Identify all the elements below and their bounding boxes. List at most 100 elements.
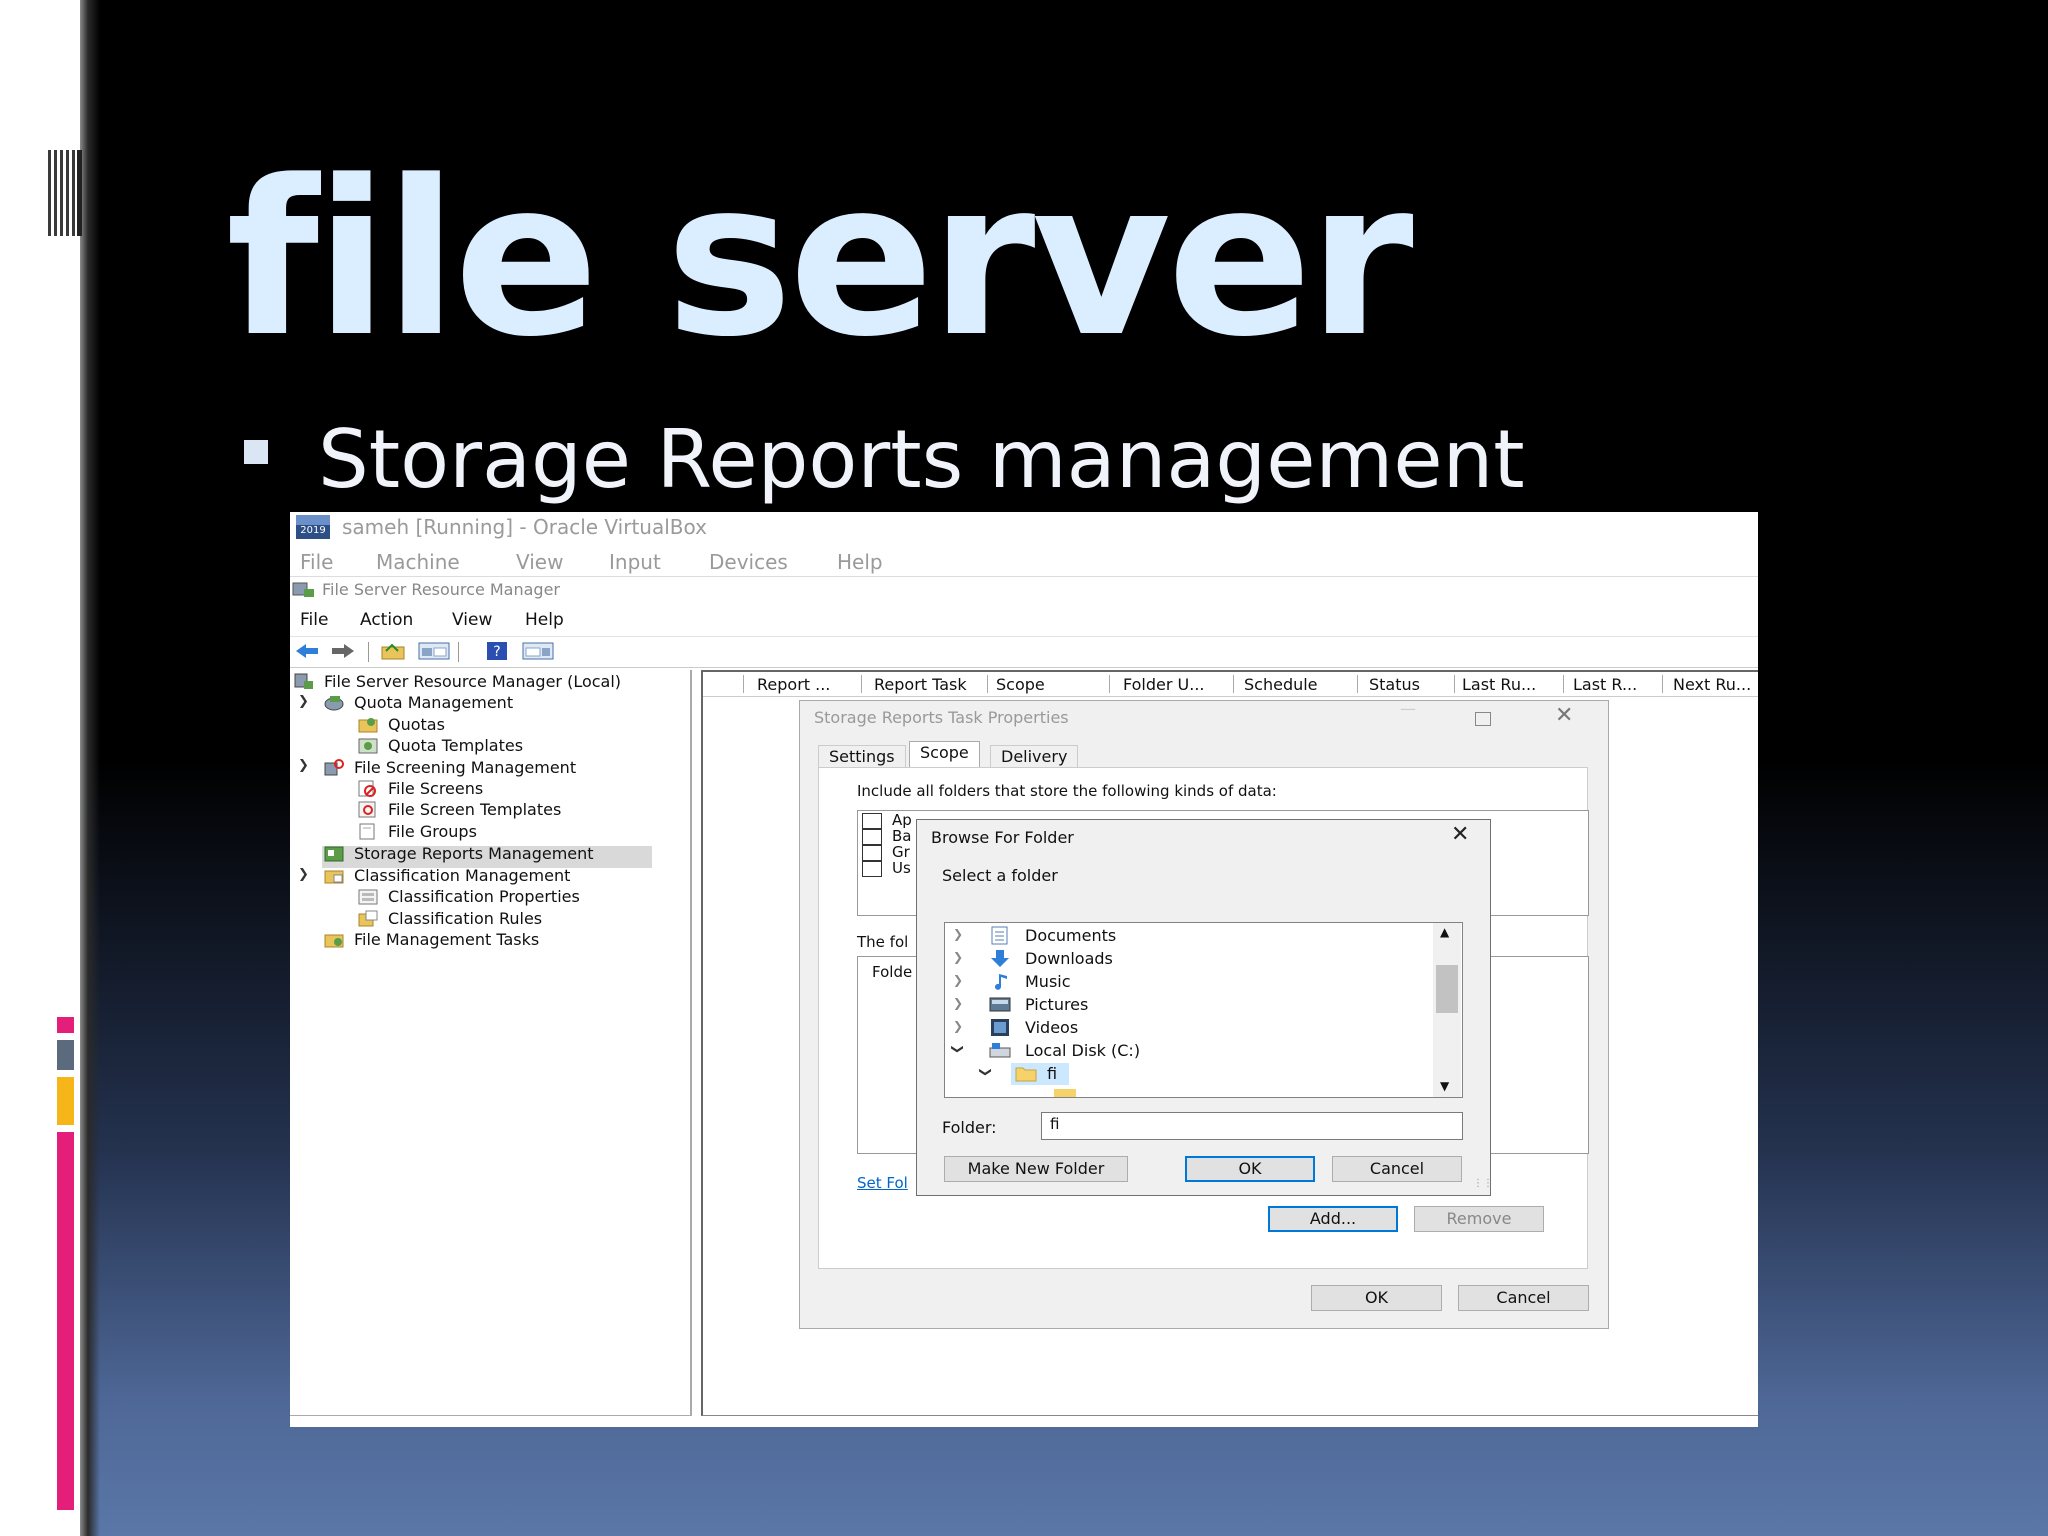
folder-tree-item-pictures[interactable]: ❯ Pictures: [953, 994, 1423, 1016]
slide-left-shadow: [80, 0, 100, 1536]
folder-icon: [1015, 1067, 1037, 1082]
folder-tree-item-local-disk[interactable]: ❯ Local Disk (C:): [951, 1040, 1423, 1062]
folder-column-header: Folde: [872, 963, 913, 981]
svg-text:?: ?: [493, 644, 500, 660]
folders-label: The fol: [857, 933, 909, 951]
browse-ok-button[interactable]: OK: [1185, 1156, 1315, 1182]
tree-expand-chevron-icon[interactable]: ❯: [298, 758, 309, 773]
data-kind-checkbox[interactable]: [862, 861, 882, 877]
quota-templates-icon: [358, 738, 378, 754]
storage-reports-icon: [324, 846, 344, 862]
properties-cancel-button[interactable]: Cancel: [1458, 1285, 1589, 1311]
decorative-barcode-lines: [46, 150, 82, 236]
browse-dialog-title: Browse For Folder: [931, 828, 1074, 847]
folder-tree: ❯ Documents ❯ Downloads ❯ Music ❯ Pictur…: [944, 922, 1463, 1098]
vb-menu-machine[interactable]: Machine: [376, 550, 460, 574]
downloads-icon: [991, 950, 1009, 967]
vb-menu-file[interactable]: File: [300, 550, 333, 574]
column-header-last-result[interactable]: Last R...: [1573, 675, 1637, 694]
tree-expand-chevron-icon[interactable]: ❯: [298, 694, 309, 709]
remove-button[interactable]: Remove: [1414, 1206, 1544, 1232]
set-folder-link[interactable]: Set Fol: [857, 1174, 908, 1192]
bullet-square-icon: [244, 440, 268, 464]
folder-tree-item-music[interactable]: ❯ Music: [953, 971, 1423, 993]
decorative-yellow-block: [57, 1077, 74, 1125]
quota-management-icon: [324, 696, 344, 711]
minimize-icon[interactable]: —: [1400, 699, 1416, 718]
collapse-chevron-icon: ❯: [951, 1043, 966, 1055]
data-kind-checkbox[interactable]: [862, 813, 882, 829]
include-data-label: Include all folders that store the follo…: [857, 782, 1277, 800]
tab-settings[interactable]: Settings: [818, 745, 906, 768]
select-folder-instruction: Select a folder: [942, 866, 1058, 885]
classification-icon: [324, 870, 344, 884]
scroll-up-icon[interactable]: ▲: [1440, 925, 1449, 939]
tree-expand-chevron-icon[interactable]: ❯: [298, 867, 309, 882]
show-hide-console-tree-icon[interactable]: [418, 641, 450, 661]
column-header-scope[interactable]: Scope: [996, 675, 1045, 694]
fsrm-window-title: File Server Resource Manager: [322, 580, 561, 599]
scrollbar-thumb[interactable]: [1436, 965, 1458, 1013]
vb-menu-help[interactable]: Help: [837, 550, 883, 574]
file-screens-icon: [358, 780, 376, 797]
fsrm-menu-help[interactable]: Help: [525, 610, 564, 630]
back-arrow-icon[interactable]: [294, 641, 320, 661]
folder-tree-item-downloads[interactable]: ❯ Downloads: [953, 948, 1423, 970]
column-header-folder-usage[interactable]: Folder U...: [1123, 675, 1205, 694]
fsrm-app-icon: [292, 582, 314, 597]
virtualbox-titlebar: 2019 sameh [Running] - Oracle VirtualBox: [290, 512, 1758, 542]
file-screening-icon: [324, 759, 344, 776]
maximize-icon[interactable]: [1475, 712, 1491, 726]
column-header-schedule[interactable]: Schedule: [1244, 675, 1318, 694]
folder-tree-item-fi[interactable]: ❯ fi: [979, 1063, 1421, 1085]
data-kind-checkbox[interactable]: [862, 845, 882, 861]
folder-tree-item-documents[interactable]: ❯ Documents: [953, 925, 1423, 947]
folder-tree-scrollbar[interactable]: ▲ ▼: [1433, 923, 1461, 1097]
browse-cancel-button[interactable]: Cancel: [1332, 1156, 1462, 1182]
up-folder-icon[interactable]: [380, 641, 406, 661]
help-icon[interactable]: ?: [484, 641, 510, 661]
decorative-pink-bar: [57, 1132, 74, 1510]
scroll-down-icon[interactable]: ▼: [1440, 1079, 1449, 1093]
quotas-icon: [358, 718, 378, 733]
column-header-report[interactable]: Report ...: [757, 675, 830, 694]
properties-ok-button[interactable]: OK: [1311, 1285, 1442, 1311]
folder-tree-item-videos[interactable]: ❯ Videos: [953, 1017, 1423, 1039]
fsrm-titlebar: File Server Resource Manager: [290, 580, 1758, 602]
resize-grip-icon[interactable]: ⋮⋮: [1473, 1178, 1493, 1189]
column-header-next-run[interactable]: Next Ru...: [1673, 675, 1751, 694]
slide: file server Storage Reports management 2…: [0, 0, 2048, 1536]
vb-menu-input[interactable]: Input: [609, 550, 661, 574]
screenshot: 2019 sameh [Running] - Oracle VirtualBox…: [290, 512, 1758, 1427]
column-header-status[interactable]: Status: [1369, 675, 1420, 694]
fsrm-menu-action[interactable]: Action: [360, 610, 413, 630]
browse-for-folder-dialog: Browse For Folder ✕ Select a folder ❯ Do…: [916, 819, 1493, 1196]
expand-chevron-icon: ❯: [953, 996, 964, 1010]
column-header-last-run[interactable]: Last Ru...: [1462, 675, 1536, 694]
virtualbox-app-icon: 2019: [296, 515, 330, 539]
forward-arrow-icon[interactable]: [330, 641, 356, 661]
fsrm-menu-file[interactable]: File: [300, 610, 328, 630]
vb-menu-view[interactable]: View: [516, 550, 563, 574]
documents-icon: [991, 926, 1008, 945]
decorative-pink-block: [57, 1017, 74, 1033]
folder-input[interactable]: fi: [1041, 1112, 1463, 1140]
column-header-report-task[interactable]: Report Task: [874, 675, 967, 694]
fsrm-menu-view[interactable]: View: [452, 610, 492, 630]
close-icon[interactable]: ✕: [1555, 703, 1573, 728]
folder-field-label: Folder:: [942, 1118, 997, 1137]
file-management-tasks-icon: [324, 934, 344, 948]
show-hide-action-pane-icon[interactable]: [522, 641, 554, 661]
data-kind-checkbox[interactable]: [862, 829, 882, 845]
tab-delivery[interactable]: Delivery: [990, 745, 1079, 768]
close-icon[interactable]: ✕: [1451, 822, 1469, 847]
add-button[interactable]: Add...: [1268, 1206, 1398, 1232]
make-new-folder-button[interactable]: Make New Folder: [944, 1156, 1128, 1182]
expand-chevron-icon: ❯: [953, 973, 964, 987]
file-screen-templates-icon: [358, 801, 376, 818]
classification-rules-icon: [358, 910, 378, 927]
vb-menu-devices[interactable]: Devices: [709, 550, 788, 574]
fsrm-console-tree: File Server Resource Manager (Local) ❯ Q…: [290, 670, 692, 1416]
tab-scope[interactable]: Scope: [909, 741, 980, 768]
properties-dialog-title: Storage Reports Task Properties: [814, 708, 1069, 727]
